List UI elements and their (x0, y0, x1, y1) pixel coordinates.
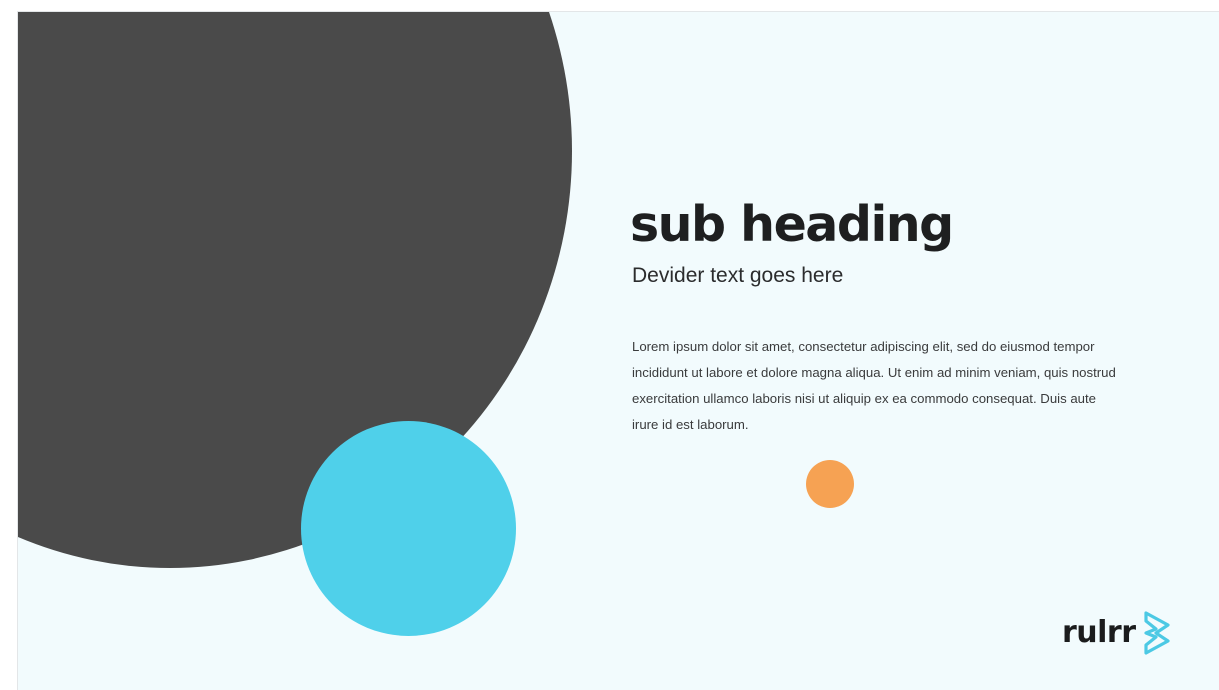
blue-circle-shape (301, 421, 516, 636)
orange-dot-shape (806, 460, 854, 508)
slide-heading: sub heading (630, 196, 954, 253)
slide-canvas: sub heading Devider text goes here Lorem… (17, 11, 1219, 690)
logo-wordmark: rulrr (1062, 615, 1136, 650)
rulrr-logo: rulrr (1062, 607, 1176, 659)
body-paragraph: Lorem ipsum dolor sit amet, consectetur … (632, 339, 1116, 432)
rulrr-chevron-icon (1143, 611, 1170, 655)
divider-text: Devider text goes here (632, 264, 844, 287)
